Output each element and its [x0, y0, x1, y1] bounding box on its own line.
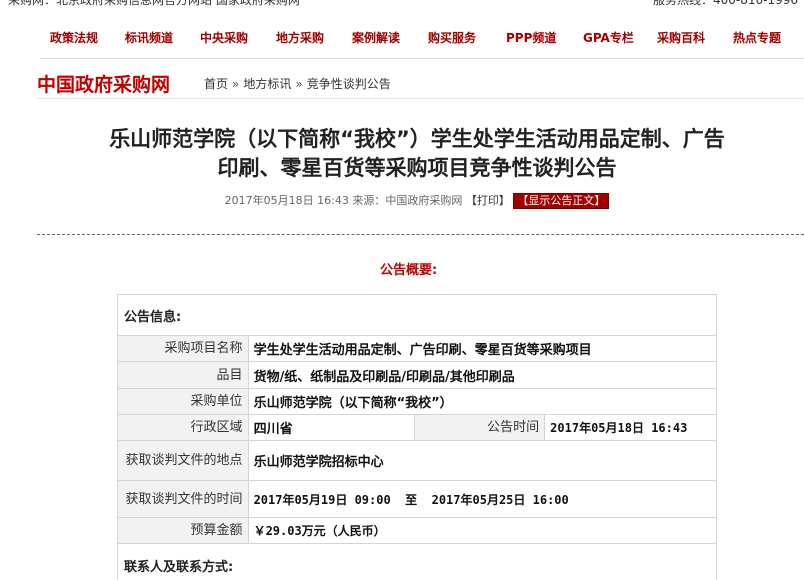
breadcrumb-separator: » [232, 77, 240, 91]
contact-heading: 联系人及联系方式: [117, 543, 717, 580]
table-row: 获取谈判文件的时间 2017年05月19日 09:00 至 2017年05月25… [117, 480, 718, 518]
article-meta: 2017年05月18日 16:43 来源：中国政府采购网 【打印】 【显示公告正… [0, 192, 804, 209]
region-label: 行政区域 [117, 414, 249, 441]
show-notice-button[interactable]: 【显示公告正文】 [513, 193, 610, 209]
nav-item-purchase-service[interactable]: 购买服务 [428, 29, 476, 46]
doc-place-value: 乐山师范学院招标中心 [247, 440, 718, 481]
article-source: 来源：中国政府采购网 [352, 194, 463, 207]
nav-item-case-study[interactable]: 案例解读 [352, 29, 400, 46]
table-row: 公告信息: [117, 294, 717, 336]
table-row: 预算金额 ￥29.03万元（人民币） [117, 517, 718, 544]
top-strip-left-text: 采购网：北京政府采购信息网官方网站 国家政府采购网 [8, 0, 300, 7]
title-line-1: 乐山师范学院（以下简称“我校”）学生处学生活动用品定制、广告 [109, 127, 725, 151]
summary-heading: 公告概要: [380, 263, 438, 278]
breadcrumb-separator: » [295, 77, 303, 91]
site-logo[interactable]: 中国政府采购网 [37, 70, 170, 97]
table-row: 获取谈判文件的地点 乐山师范学院招标中心 [117, 440, 718, 481]
nav-item-hot-topics[interactable]: 热点专题 [733, 29, 781, 46]
nav-item-gpa[interactable]: GPA专栏 [583, 29, 634, 46]
table-row: 采购项目名称 学生处学生活动用品定制、广告印刷、零星百货等采购项目 [117, 335, 718, 362]
info-heading: 公告信息: [117, 294, 717, 336]
publish-date: 2017年05月18日 16:43 [224, 194, 349, 207]
table-row: 行政区域 四川省 公告时间 2017年05月18日 16:43 [117, 414, 717, 441]
nav-divider [40, 58, 804, 59]
breadcrumb-current[interactable]: 竞争性谈判公告 [307, 77, 391, 91]
purchaser-label: 采购单位 [117, 388, 249, 415]
nav-item-bid-channel[interactable]: 标讯频道 [125, 29, 173, 46]
nav-item-local-procurement[interactable]: 地方采购 [276, 29, 324, 46]
table-row: 品目 货物/纸、纸制品及印刷品/印刷品/其他印刷品 [117, 361, 718, 389]
table-row: 采购单位 乐山师范学院（以下简称“我校”） [117, 388, 718, 415]
page-title: 乐山师范学院（以下简称“我校”）学生处学生活动用品定制、广告 印刷、零星百货等采… [30, 125, 804, 183]
doc-place-label: 获取谈判文件的地点 [117, 440, 249, 481]
breadcrumb-home[interactable]: 首页 [204, 77, 228, 91]
nav-item-ppp[interactable]: PPP频道 [506, 29, 556, 46]
category-value: 货物/纸、纸制品及印刷品/印刷品/其他印刷品 [247, 361, 718, 389]
top-strip-hotline: 服务热线：400-810-1996 [652, 0, 798, 7]
budget-value: ￥29.03万元（人民币） [247, 517, 718, 544]
category-label: 品目 [117, 361, 249, 389]
doc-time-value: 2017年05月19日 09:00 至 2017年05月25日 16:00 [247, 480, 718, 518]
budget-label: 预算金额 [117, 517, 249, 544]
purchaser-value: 乐山师范学院（以下简称“我校”） [247, 388, 718, 415]
main-nav: 政策法规 标讯频道 中央采购 地方采购 案例解读 购买服务 PPP频道 GPA专… [40, 24, 804, 52]
project-name-label: 采购项目名称 [117, 335, 249, 362]
title-line-2: 印刷、零星百货等采购项目竞争性谈判公告 [217, 156, 617, 180]
top-info-strip: 采购网：北京政府采购信息网官方网站 国家政府采购网 服务热线：400-810-1… [0, 0, 804, 8]
nav-item-central-procurement[interactable]: 中央采购 [200, 29, 248, 46]
breadcrumb: 首页» 地方标讯» 竞争性谈判公告 [204, 75, 395, 92]
region-value: 四川省 [247, 414, 416, 441]
notice-info-table: 公告信息: 采购项目名称 学生处学生活动用品定制、广告印刷、零星百货等采购项目 … [117, 294, 718, 580]
publish-time-value: 2017年05月18日 16:43 [544, 414, 717, 441]
breadcrumb-divider [37, 98, 804, 99]
breadcrumb-local-bids[interactable]: 地方标讯 [243, 77, 291, 91]
doc-time-label: 获取谈判文件的时间 [117, 480, 249, 518]
print-link[interactable]: 【打印】 [466, 194, 510, 207]
table-row: 联系人及联系方式: [117, 543, 717, 580]
project-name-value: 学生处学生活动用品定制、广告印刷、零星百货等采购项目 [247, 335, 718, 362]
dashed-divider [37, 234, 804, 235]
publish-time-label: 公告时间 [414, 414, 546, 441]
nav-item-encyclopedia[interactable]: 采购百科 [657, 29, 705, 46]
nav-item-policy[interactable]: 政策法规 [50, 29, 98, 46]
